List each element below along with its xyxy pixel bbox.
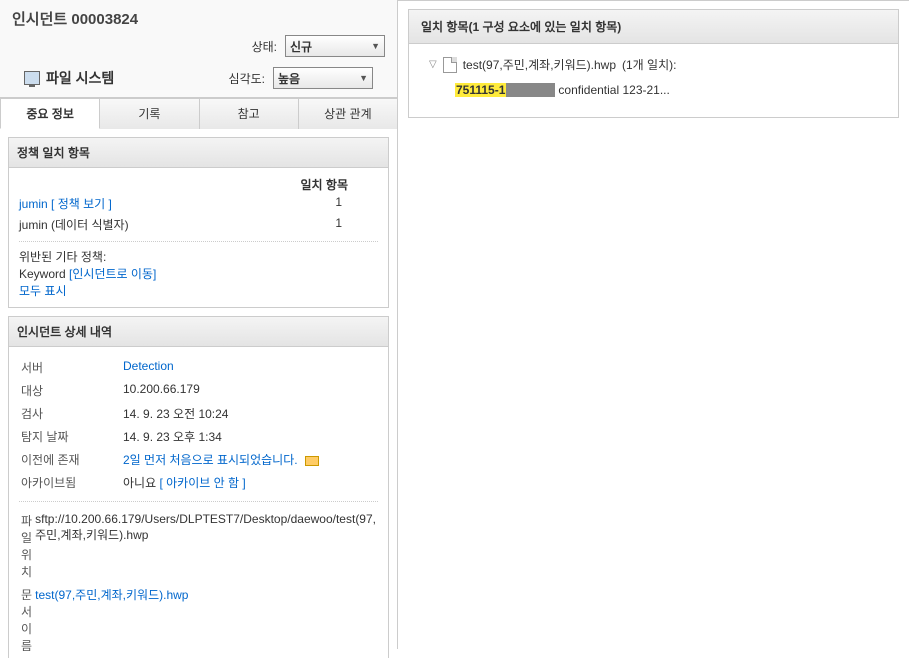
divider [19,501,378,502]
detail-value: 10.200.66.179 [123,380,376,401]
file-path: sftp://10.200.66.179/Users/DLPTEST7/Desk… [35,510,376,582]
show-all-link[interactable]: 모두 표시 [19,282,378,299]
status-label: 상태: [252,38,277,55]
detail-key: 파일 위치 [21,510,33,582]
policy-match-section: 정책 일치 항목 일치 항목 jumin [ 정책 보기 ] 1 jumin (… [8,137,389,308]
previously-seen-link[interactable]: 2일 먼저 처음으로 표시되었습니다. [123,453,298,467]
detail-key: 이전에 존재 [21,449,121,470]
match-items-body: ▽ test(97,주민,계좌,키워드).hwp (1개 일치): 751115… [408,44,899,118]
tab-bar: 중요 정보 기록 참고 상관 관계 [0,97,397,129]
policy-row: jumin [ 정책 보기 ] 1 [19,193,378,214]
violated-label: 위반된 기타 정책: [19,248,378,265]
policy-count: 1 [335,216,378,233]
detail-value: 14. 9. 23 오전 10:24 [123,403,376,424]
folder-icon [305,456,319,466]
subsystem-title: 파일 시스템 [46,68,114,88]
severity-dropdown[interactable]: 높음 ▼ [273,67,373,89]
snippet-highlight: 751115-1 [455,83,506,97]
monitor-icon [24,71,40,85]
policy-count: 1 [335,195,378,212]
detail-key: 문서 이름 [21,584,33,656]
archive-value: 아니요 [123,476,159,490]
snippet-tail: confidential 123-21... [555,83,670,97]
severity-value: 높음 [278,70,300,87]
match-snippet: 751115-1XXXXX1 confidential 123-21... [455,83,878,97]
detail-key: 대상 [21,380,121,401]
tab-notes[interactable]: 참고 [199,98,299,129]
detail-section-header: 인시던트 상세 내역 [9,317,388,347]
policy-view-link[interactable]: [ 정책 보기 ] [51,197,112,211]
file-icon [443,57,457,73]
tab-history[interactable]: 기록 [99,98,199,129]
archive-link[interactable]: [ 아카이브 안 함 ] [159,476,245,490]
policy-row: jumin (데이터 식별자) 1 [19,214,378,235]
match-file-name: test(97,주민,계좌,키워드).hwp [463,56,616,73]
server-link[interactable]: Detection [123,359,174,373]
policy-name-link[interactable]: jumin [19,197,48,211]
tab-key-info[interactable]: 중요 정보 [0,98,100,129]
status-dropdown[interactable]: 신규 ▼ [285,35,385,57]
severity-label: 심각도: [229,70,265,87]
policy-section-header: 정책 일치 항목 [9,138,388,168]
violated-keyword: Keyword [19,267,66,281]
detail-key: 검사 [21,403,121,424]
detail-value: 14. 9. 23 오후 1:34 [123,426,376,447]
match-items-header: 일치 항목(1 구성 요소에 있는 일치 항목) [408,9,899,44]
detail-key: 서버 [21,357,121,378]
policy-name: jumin (데이터 식별자) [19,216,129,233]
chevron-down-icon: ▼ [371,41,380,51]
incident-detail-section: 인시던트 상세 내역 서버Detection 대상10.200.66.179 검… [8,316,389,658]
tab-correlation[interactable]: 상관 관계 [298,98,398,129]
page-title: 인시던트 00003824 [12,8,138,29]
detail-table-1: 서버Detection 대상10.200.66.179 검사14. 9. 23 … [19,355,378,495]
detail-key: 아카이브됨 [21,472,121,493]
match-file-count: (1개 일치): [622,56,676,73]
go-to-incident-link[interactable]: [인시던트로 이동] [69,267,156,281]
detail-table-2: 파일 위치sftp://10.200.66.179/Users/DLPTEST7… [19,508,378,658]
detail-key: 탐지 날짜 [21,426,121,447]
chevron-down-icon: ▼ [359,73,368,83]
status-value: 신규 [290,38,312,55]
collapse-toggle-icon[interactable]: ▽ [429,59,437,70]
match-count-header: 일치 항목 [19,176,378,193]
snippet-redacted: XXXXX1 [506,83,555,97]
document-name-link[interactable]: test(97,주민,계좌,키워드).hwp [35,588,188,602]
